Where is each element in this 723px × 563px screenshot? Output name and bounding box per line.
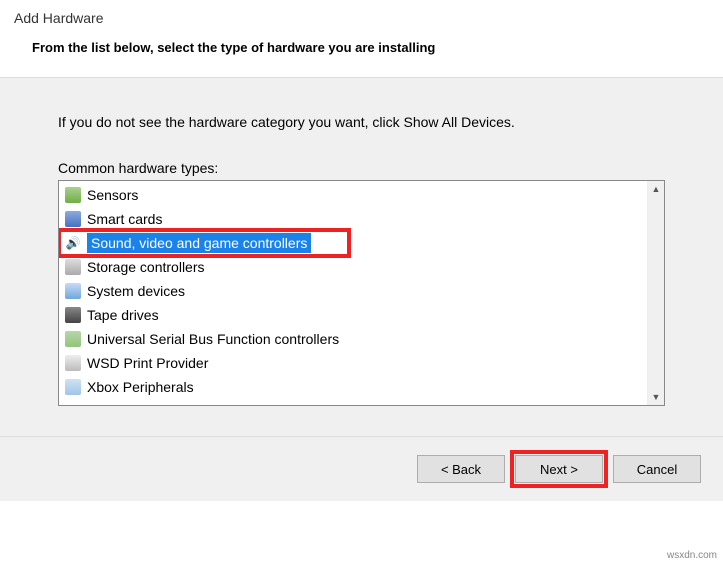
list-item-label: Sound, video and game controllers bbox=[87, 233, 311, 253]
list-item[interactable]: Storage controllers bbox=[59, 255, 647, 279]
list-item[interactable]: Xbox Peripherals bbox=[59, 375, 647, 399]
scrollbar[interactable]: ▲ ▼ bbox=[647, 181, 664, 405]
xbox-icon bbox=[65, 379, 81, 395]
next-button[interactable]: Next > bbox=[515, 455, 603, 483]
back-button[interactable]: < Back bbox=[417, 455, 505, 483]
list-item[interactable]: System devices bbox=[59, 279, 647, 303]
footer: < Back Next > Cancel bbox=[0, 437, 723, 501]
system-icon bbox=[65, 283, 81, 299]
storage-icon bbox=[65, 259, 81, 275]
list-item-label: Universal Serial Bus Function controller… bbox=[87, 331, 339, 347]
list-item-label: Smart cards bbox=[87, 211, 162, 227]
list-item-label: WSD Print Provider bbox=[87, 355, 208, 371]
list-item-label: Tape drives bbox=[87, 307, 159, 323]
hint-text: If you do not see the hardware category … bbox=[58, 114, 665, 130]
page-title: Add Hardware bbox=[14, 10, 709, 26]
tape-icon bbox=[65, 307, 81, 323]
scroll-down-icon[interactable]: ▼ bbox=[652, 392, 661, 402]
scroll-up-icon[interactable]: ▲ bbox=[652, 184, 661, 194]
list-item[interactable]: WSD Print Provider bbox=[59, 351, 647, 375]
list-item-label: Xbox Peripherals bbox=[87, 379, 194, 395]
list-item-selected[interactable]: 🔊 Sound, video and game controllers bbox=[59, 231, 647, 255]
usb-icon bbox=[65, 331, 81, 347]
wsd-icon bbox=[65, 355, 81, 371]
sound-icon: 🔊 bbox=[65, 235, 81, 251]
list-label: Common hardware types: bbox=[58, 160, 665, 176]
sensors-icon bbox=[65, 187, 81, 203]
list-item-label: Storage controllers bbox=[87, 259, 205, 275]
list-item[interactable]: Universal Serial Bus Function controller… bbox=[59, 327, 647, 351]
smartcard-icon bbox=[65, 211, 81, 227]
list-item-label: Sensors bbox=[87, 187, 138, 203]
watermark: wsxdn.com bbox=[667, 550, 717, 561]
list-item[interactable]: Smart cards bbox=[59, 207, 647, 231]
page-subtitle: From the list below, select the type of … bbox=[32, 40, 709, 55]
cancel-button[interactable]: Cancel bbox=[613, 455, 701, 483]
content-area: If you do not see the hardware category … bbox=[0, 78, 723, 436]
list-item[interactable]: Tape drives bbox=[59, 303, 647, 327]
hardware-listbox[interactable]: Sensors Smart cards 🔊 Sound, video and g… bbox=[58, 180, 665, 406]
list-item[interactable]: Sensors bbox=[59, 183, 647, 207]
list-item-label: System devices bbox=[87, 283, 185, 299]
